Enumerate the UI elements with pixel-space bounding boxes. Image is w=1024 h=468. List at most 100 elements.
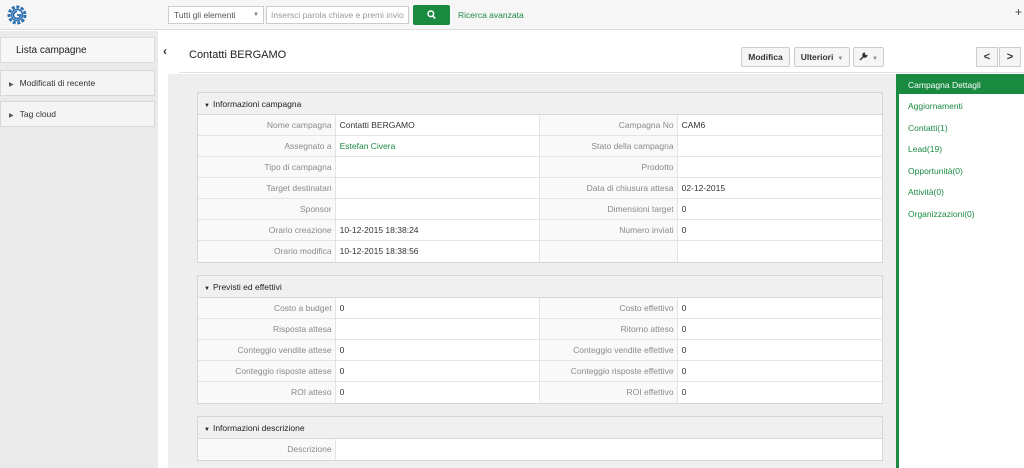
field-value[interactable]: 0 xyxy=(336,361,540,381)
table-row: ROI atteso 0 ROI effettivo 0 xyxy=(198,382,882,403)
table-row: Nome campagna Contatti BERGAMO Campagna … xyxy=(198,115,882,136)
triangle-right-icon: ▶ xyxy=(9,113,14,119)
chevron-down-icon: ▼ xyxy=(872,56,878,62)
block-title: Informazioni descrizione xyxy=(212,423,305,433)
search-scope-select[interactable]: Tutti gli elementi ▼ xyxy=(168,6,264,24)
block-header[interactable]: ▼ Previsti ed effettivi xyxy=(198,276,882,298)
table-row: Conteggio risposte attese 0 Conteggio ri… xyxy=(198,361,882,382)
edit-button[interactable]: Modifica xyxy=(741,47,790,67)
field-label: Orario modifica xyxy=(198,241,336,262)
triangle-down-icon: ▼ xyxy=(204,427,210,433)
field-label: Assegnato a xyxy=(198,136,336,156)
related-item-organizations[interactable]: Organizzazioni(0) xyxy=(899,204,1024,226)
detail-view: ▼ Informazioni campagna Nome campagna Con… xyxy=(168,74,896,468)
related-panel: Campagna Dettagli Aggiornamenti Contatti… xyxy=(896,74,1024,468)
field-label: Dimensioni target xyxy=(540,199,678,219)
triangle-right-icon: ▶ xyxy=(9,82,14,88)
description-block: ▼ Informazioni descrizione Descrizione xyxy=(197,416,883,461)
field-label: Tipo di campagna xyxy=(198,157,336,177)
field-label: Nome campagna xyxy=(198,115,336,135)
field-value[interactable]: 0 xyxy=(336,298,540,318)
table-row: Assegnato a Estefan Civera Stato della c… xyxy=(198,136,882,157)
field-label: Risposta attesa xyxy=(198,319,336,339)
next-record-button[interactable]: > xyxy=(999,47,1021,67)
top-bar: Tutti gli elementi ▼ Ricerca avanzata + xyxy=(0,0,1024,30)
related-item-details[interactable]: Campagna Dettagli xyxy=(899,74,1024,94)
search-scope-value: Tutti gli elementi xyxy=(174,10,236,20)
table-row: Risposta attesa Ritorno atteso 0 xyxy=(198,319,882,340)
advanced-search-link[interactable]: Ricerca avanzata xyxy=(458,10,524,20)
header-divider xyxy=(179,72,1024,73)
wrench-icon xyxy=(859,52,868,61)
field-label: Campagna No xyxy=(540,115,678,135)
block-header[interactable]: ▼ Informazioni campagna xyxy=(198,93,882,115)
field-label: Ritorno atteso xyxy=(540,319,678,339)
field-value[interactable]: 0 xyxy=(678,382,882,403)
related-item-opportunities[interactable]: Opportunità(0) xyxy=(899,161,1024,183)
field-label: Conteggio vendite effettive xyxy=(540,340,678,360)
collapse-sidebar-icon[interactable]: ‹ xyxy=(163,44,167,58)
field-value[interactable]: 0 xyxy=(678,319,882,339)
field-value[interactable]: Contatti BERGAMO xyxy=(336,115,540,135)
related-item-contacts[interactable]: Contatti(1) xyxy=(899,118,1024,140)
field-value[interactable] xyxy=(336,199,540,219)
field-label: Data di chiusura attesa xyxy=(540,178,678,198)
field-value: 10-12-2015 18:38:56 xyxy=(336,241,540,262)
sidebar-item-recent[interactable]: ▶ Modificati di recente xyxy=(0,70,155,96)
table-row: Orario creazione 10-12-2015 18:38:24 Num… xyxy=(198,220,882,241)
field-value xyxy=(678,241,882,262)
field-value[interactable] xyxy=(336,319,540,339)
sidebar: Lista campagne ▶ Modificati di recente ▶ T… xyxy=(0,31,158,468)
field-label: Conteggio risposte effettive xyxy=(540,361,678,381)
field-value[interactable]: 02-12-2015 xyxy=(678,178,882,198)
field-value[interactable] xyxy=(678,157,882,177)
field-value[interactable]: 0 xyxy=(678,298,882,318)
field-value[interactable]: 0 xyxy=(678,361,882,381)
field-value[interactable]: 0 xyxy=(678,220,882,240)
more-button-label: Ulteriori xyxy=(800,52,834,62)
field-label: Prodotto xyxy=(540,157,678,177)
field-value[interactable]: CAM6 xyxy=(678,115,882,135)
related-item-activities[interactable]: Attività(0) xyxy=(899,182,1024,204)
field-label xyxy=(540,241,678,262)
field-label: Sponsor xyxy=(198,199,336,219)
more-button[interactable]: Ulteriori ▼ xyxy=(794,47,850,67)
field-value[interactable]: 0 xyxy=(678,340,882,360)
description-value[interactable] xyxy=(336,439,882,460)
expected-actual-block: ▼ Previsti ed effettivi Costo a budget 0 … xyxy=(197,275,883,404)
field-value[interactable]: 0 xyxy=(336,340,540,360)
field-label: Costo a budget xyxy=(198,298,336,318)
search-input[interactable] xyxy=(266,6,409,24)
settings-wrench-button[interactable]: ▼ xyxy=(853,47,884,67)
field-label: Conteggio vendite attese xyxy=(198,340,336,360)
field-value[interactable] xyxy=(678,136,882,156)
field-value[interactable]: 0 xyxy=(336,382,540,403)
triangle-down-icon: ▼ xyxy=(204,103,210,109)
sidebar-item-tag-cloud[interactable]: ▶ Tag cloud xyxy=(0,101,155,127)
block-header[interactable]: ▼ Informazioni descrizione xyxy=(198,417,882,439)
field-label: Orario creazione xyxy=(198,220,336,240)
field-label: ROI atteso xyxy=(198,382,336,403)
search-button[interactable] xyxy=(413,5,450,25)
previous-record-button[interactable]: < xyxy=(976,47,998,67)
assigned-user-link[interactable]: Estefan Civera xyxy=(336,136,540,156)
field-label: ROI effettivo xyxy=(540,382,678,403)
field-value[interactable] xyxy=(336,178,540,198)
table-row: Orario modifica 10-12-2015 18:38:56 xyxy=(198,241,882,262)
field-label: Conteggio risposte attese xyxy=(198,361,336,381)
sidebar-item-label: Tag cloud xyxy=(19,109,57,119)
related-item-updates[interactable]: Aggiornamenti xyxy=(899,96,1024,118)
page-title: Contatti BERGAMO xyxy=(189,49,287,61)
field-value[interactable]: 0 xyxy=(678,199,882,219)
field-label: Costo effettivo xyxy=(540,298,678,318)
plus-icon[interactable]: + xyxy=(1015,5,1022,19)
related-item-leads[interactable]: Lead(19) xyxy=(899,139,1024,161)
block-title: Informazioni campagna xyxy=(212,99,302,109)
gear-logo-icon[interactable] xyxy=(6,4,28,26)
chevron-down-icon: ▼ xyxy=(253,12,259,18)
sidebar-item-label: Modificati di recente xyxy=(19,78,96,88)
table-row: Descrizione xyxy=(198,439,882,460)
field-value[interactable] xyxy=(336,157,540,177)
search-icon xyxy=(427,10,436,20)
block-title: Previsti ed effettivi xyxy=(212,282,282,292)
